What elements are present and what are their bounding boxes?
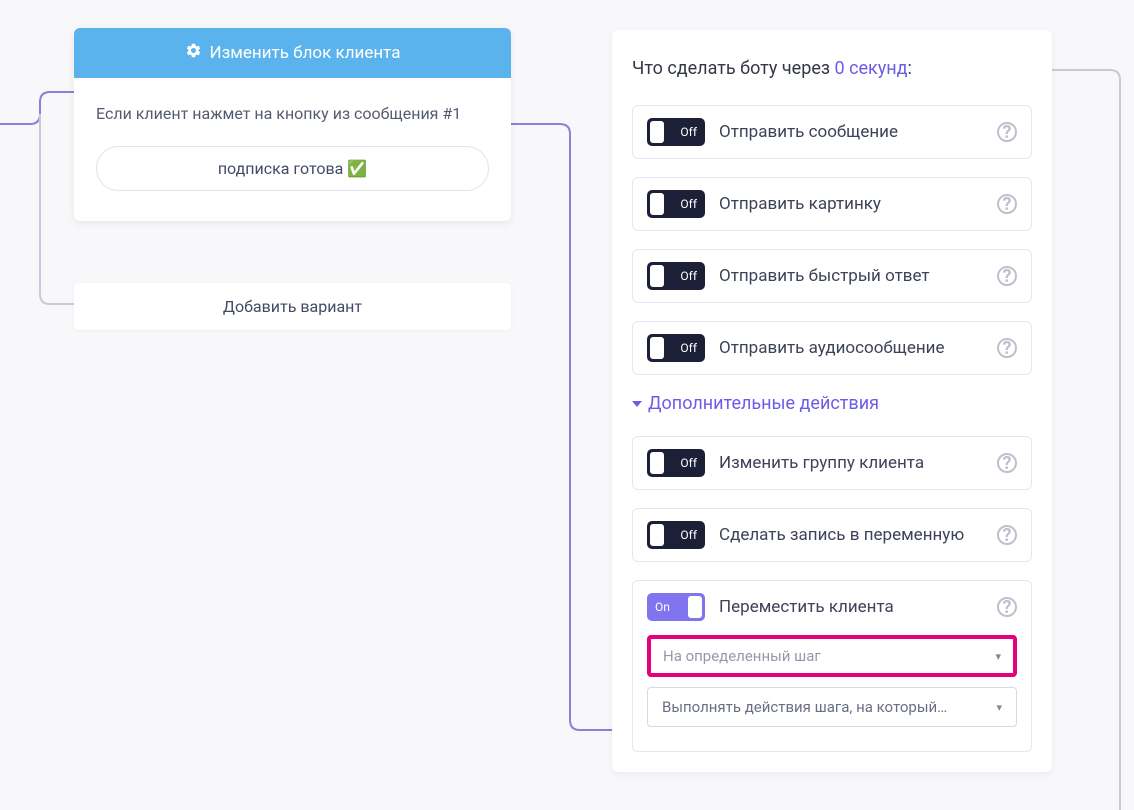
action-label: Отправить аудиосообщение (719, 338, 983, 358)
action-send-audio: Off Отправить аудиосообщение ? (632, 321, 1032, 375)
action-set-variable: Off Сделать запись в переменную ? (632, 508, 1032, 562)
step-select[interactable]: На определенный шаг ▾ (647, 635, 1017, 677)
action-send-message: Off Отправить сообщение ? (632, 105, 1032, 159)
execute-select[interactable]: Выполнять действия шага, на который… ▾ (647, 687, 1017, 727)
toggle-move-client[interactable]: On (647, 593, 705, 621)
action-send-image: Off Отправить картинку ? (632, 177, 1032, 231)
option-label: подписка готова ✅ (218, 159, 367, 178)
help-icon[interactable]: ? (997, 266, 1017, 286)
help-icon[interactable]: ? (997, 525, 1017, 545)
client-block-title: Изменить блок клиента (210, 43, 401, 63)
gear-icon (185, 42, 202, 64)
condition-text: Если клиент нажмет на кнопку из сообщени… (96, 102, 489, 126)
add-variant-button[interactable]: Добавить вариант (74, 283, 511, 330)
help-icon[interactable]: ? (997, 194, 1017, 214)
action-label: Изменить группу клиента (719, 453, 983, 473)
client-block-header[interactable]: Изменить блок клиента (74, 28, 511, 78)
action-move-client: On Переместить клиента ? На определенный… (632, 580, 1032, 752)
help-icon[interactable]: ? (997, 122, 1017, 142)
toggle-set-variable[interactable]: Off (647, 521, 705, 549)
toggle-send-quick-reply[interactable]: Off (647, 262, 705, 290)
action-label: Переместить клиента (719, 597, 983, 617)
extra-actions-label: Дополнительные действия (648, 393, 879, 414)
caret-down-icon: ▾ (996, 701, 1002, 714)
delay-link[interactable]: 0 секунд (834, 58, 907, 79)
toggle-send-audio[interactable]: Off (647, 334, 705, 362)
caret-down-icon: ▾ (995, 650, 1001, 663)
option-pill[interactable]: подписка готова ✅ (96, 146, 489, 191)
actions-panel: Что сделать боту через 0 секунд: Off Отп… (612, 30, 1052, 772)
action-send-quick-reply: Off Отправить быстрый ответ ? (632, 249, 1032, 303)
step-select-value: На определенный шаг (663, 647, 821, 665)
action-label: Отправить быстрый ответ (719, 266, 983, 286)
panel-title: Что сделать боту через 0 секунд: (632, 56, 1032, 81)
action-label: Сделать запись в переменную (719, 525, 983, 545)
help-icon[interactable]: ? (997, 453, 1017, 473)
action-label: Отправить сообщение (719, 122, 983, 142)
toggle-send-image[interactable]: Off (647, 190, 705, 218)
execute-select-value: Выполнять действия шага, на который… (662, 698, 947, 716)
toggle-change-group[interactable]: Off (647, 449, 705, 477)
chevron-down-icon (632, 401, 642, 407)
action-change-group: Off Изменить группу клиента ? (632, 436, 1032, 490)
help-icon[interactable]: ? (997, 597, 1017, 617)
extra-actions-toggle[interactable]: Дополнительные действия (632, 393, 1032, 414)
add-variant-label: Добавить вариант (223, 297, 362, 316)
toggle-send-message[interactable]: Off (647, 118, 705, 146)
client-block-body: Если клиент нажмет на кнопку из сообщени… (74, 78, 511, 221)
client-block: Изменить блок клиента Если клиент нажмет… (74, 28, 511, 221)
action-label: Отправить картинку (719, 194, 983, 214)
help-icon[interactable]: ? (997, 338, 1017, 358)
